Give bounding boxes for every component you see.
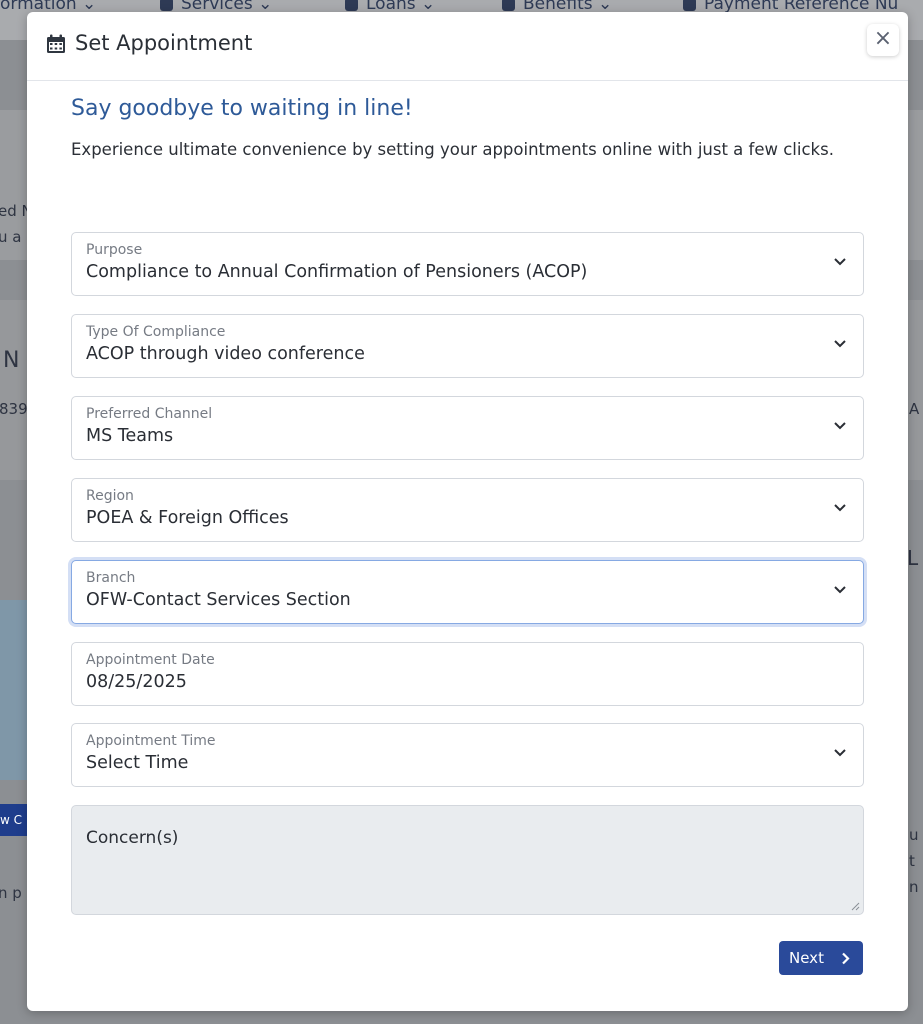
purpose-select[interactable]: Purpose Compliance to Annual Confirmatio… <box>71 232 864 296</box>
branch-value: OFW-Contact Services Section <box>86 590 351 610</box>
compliance-type-label: Type Of Compliance <box>86 324 226 340</box>
chevron-down-icon <box>834 340 846 348</box>
branch-label: Branch <box>86 570 136 586</box>
chevron-down-icon <box>834 586 846 594</box>
bg-text: 839 <box>0 400 28 418</box>
branch-select[interactable]: Branch OFW-Contact Services Section <box>71 560 864 624</box>
bg-text: n p <box>0 884 22 902</box>
appointment-date-value: 08/25/2025 <box>86 672 187 692</box>
appointment-date-input[interactable]: Appointment Date 08/25/2025 <box>71 642 864 706</box>
compliance-type-value: ACOP through video conference <box>86 344 365 364</box>
close-button[interactable]: × <box>867 24 899 56</box>
region-label: Region <box>86 488 134 504</box>
background-button: w C <box>0 804 30 836</box>
next-button-label: Next <box>789 949 824 967</box>
chevron-down-icon <box>834 258 846 266</box>
purpose-value: Compliance to Annual Confirmation of Pen… <box>86 262 588 282</box>
region-select[interactable]: Region POEA & Foreign Offices <box>71 478 864 542</box>
compliance-type-select[interactable]: Type Of Compliance ACOP through video co… <box>71 314 864 378</box>
bg-text: N <box>3 348 20 373</box>
bg-text: t <box>909 852 915 870</box>
preferred-channel-select[interactable]: Preferred Channel MS Teams <box>71 396 864 460</box>
appointment-time-select[interactable]: Appointment Time Select Time <box>71 723 864 787</box>
bg-text: u <box>909 826 919 844</box>
calendar-icon <box>47 34 65 53</box>
concerns-textarea[interactable]: Concern(s) <box>71 805 864 915</box>
appointment-time-label: Appointment Time <box>86 733 216 749</box>
bg-text: n <box>909 878 919 896</box>
modal-title: Set Appointment <box>75 31 253 55</box>
region-value: POEA & Foreign Offices <box>86 508 289 528</box>
bg-text: u a <box>0 228 22 246</box>
chevron-down-icon <box>834 422 846 430</box>
bg-text: L <box>907 546 919 570</box>
preferred-channel-value: MS Teams <box>86 426 174 446</box>
purpose-label: Purpose <box>86 242 143 258</box>
chevron-down-icon <box>834 504 846 512</box>
appointment-time-value: Select Time <box>86 753 189 773</box>
close-icon: × <box>873 26 893 51</box>
appointment-date-label: Appointment Date <box>86 652 215 668</box>
preferred-channel-label: Preferred Channel <box>86 406 213 422</box>
background-image <box>0 600 27 780</box>
concerns-placeholder: Concern(s) <box>86 828 179 848</box>
modal-header: Set Appointment × <box>27 12 908 81</box>
next-button[interactable]: Next <box>779 941 863 975</box>
headline: Say goodbye to waiting in line! <box>71 96 413 121</box>
chevron-right-icon <box>842 952 850 965</box>
set-appointment-modal: Set Appointment × Say goodbye to waiting… <box>27 12 908 1011</box>
subtext: Experience ultimate convenience by setti… <box>71 140 834 159</box>
chevron-down-icon <box>834 749 846 757</box>
resize-handle-icon[interactable] <box>851 902 860 911</box>
bg-text: A <box>909 400 920 418</box>
